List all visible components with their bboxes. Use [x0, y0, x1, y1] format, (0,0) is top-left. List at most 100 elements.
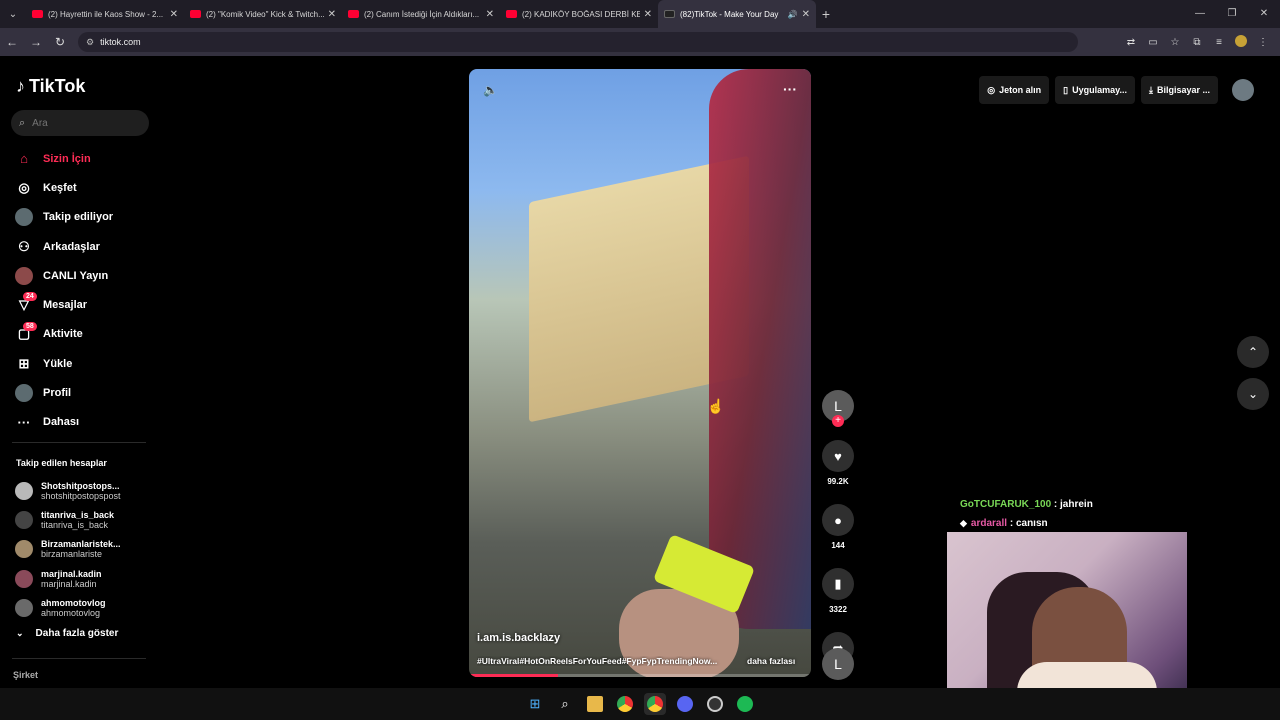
nav-item-live[interactable]: CANLI Yayın — [0, 261, 160, 290]
video-author[interactable]: i.am.is.backlazy — [477, 632, 560, 644]
tiktok-top-actions: ◎ Jeton alın ▯ Uygulamay... ⤓ Bilgisayar ..… — [979, 76, 1254, 104]
account-name: Birzamanlaristek... — [41, 539, 121, 550]
close-tab-icon[interactable]: ✕ — [328, 9, 336, 20]
next-video-button[interactable]: ⌄ — [1237, 378, 1269, 410]
extensions-icon[interactable]: ⧉ — [1186, 37, 1208, 48]
following-account[interactable]: Shotshitpostops... shotshitpostopspost — [15, 476, 155, 505]
browser-tab[interactable]: (2) Hayrettin ile Kaos Show - 2... ✕ — [26, 0, 184, 28]
reload-icon[interactable]: ↻ — [48, 35, 72, 49]
show-more-accounts-button[interactable]: ⌄ Daha fazla göster — [16, 628, 118, 639]
user-avatar[interactable] — [1232, 79, 1254, 101]
previous-video-button[interactable]: ⌃ — [1237, 336, 1269, 368]
browser-tab[interactable]: (2) KADIKÖY BOĞASI DERBİ KE... ✕ — [500, 0, 658, 28]
live-avatar-icon — [15, 266, 33, 285]
back-icon[interactable]: ← — [0, 35, 24, 49]
nav-label: Dahası — [43, 416, 80, 429]
save-button[interactable]: ▮ — [822, 568, 854, 600]
close-tab-icon[interactable]: ✕ — [802, 9, 810, 20]
browser-tab[interactable]: (2) "Komik Video" Kick & Twitch... ✕ — [184, 0, 342, 28]
close-tab-icon[interactable]: ✕ — [644, 9, 652, 20]
nav-item-messages[interactable]: ▽ 24 Mesajlar — [0, 290, 160, 319]
sound-creator-avatar[interactable]: L — [822, 648, 854, 680]
nav-label: Keşfet — [43, 181, 77, 194]
search-taskbar-icon[interactable]: ⌕ — [554, 693, 576, 715]
close-tab-icon[interactable]: ✕ — [486, 9, 494, 20]
browser-tab-bar: ⌄ (2) Hayrettin ile Kaos Show - 2... ✕ (… — [0, 0, 1280, 28]
nav-item-upload[interactable]: ⊞ Yükle — [0, 349, 160, 378]
creator-initial: L — [834, 398, 842, 414]
file-explorer-icon[interactable] — [584, 693, 606, 715]
nav-item-friends[interactable]: ⚇ Arkadaşlar — [0, 232, 160, 261]
translate-icon[interactable]: ⇄ — [1120, 37, 1142, 48]
media-control-icon[interactable]: ≡ — [1208, 37, 1230, 48]
browser-tab[interactable]: (2) Canım İstediği İçin Aldıkları... ✕ — [342, 0, 500, 28]
account-name: titanriva_is_back — [41, 509, 115, 520]
bookmark-star-icon[interactable]: ☆ — [1164, 37, 1186, 48]
get-coins-button[interactable]: ◎ Jeton alın — [979, 76, 1050, 104]
chrome-icon[interactable] — [614, 693, 636, 715]
following-account[interactable]: marjinal.kadin marjinal.kadin — [15, 564, 155, 593]
company-link[interactable]: Şirket — [13, 670, 38, 680]
volume-icon[interactable]: 🔈 — [483, 83, 498, 97]
chat-message: GoTCUFARUK_100 : jahrein — [960, 499, 1093, 510]
youtube-icon — [190, 10, 201, 18]
coin-icon: ◎ — [987, 84, 996, 95]
video-caption: #UltraViral#HotOnReelsForYouFeed#FypFypT… — [477, 656, 718, 666]
forward-icon[interactable]: → — [24, 35, 48, 49]
nav-label: Arkadaşlar — [43, 240, 100, 253]
new-tab-button[interactable]: + — [816, 6, 836, 22]
nav-item-activity[interactable]: ▢ 58 Aktivite — [0, 320, 160, 349]
following-account[interactable]: titanriva_is_back titanriva_is_back — [15, 505, 155, 534]
url-text: tiktok.com — [100, 37, 141, 47]
spotify-icon[interactable] — [734, 693, 756, 715]
account-avatar — [15, 481, 33, 500]
minimize-icon[interactable]: — — [1184, 0, 1216, 28]
search-input[interactable] — [32, 117, 133, 129]
windows-start-icon[interactable]: ⊞ — [524, 693, 546, 715]
chevron-down-icon: ⌄ — [16, 628, 24, 638]
search-box[interactable]: ⌕ — [11, 110, 149, 136]
account-handle: birzamanlariste — [41, 549, 103, 560]
speaker-icon[interactable]: 🔊 — [788, 10, 798, 19]
site-info-icon[interactable]: ⚙ — [86, 37, 94, 48]
address-bar: ← → ↻ ⚙ tiktok.com ⇄ ▭ ☆ ⧉ ≡ ⋮ — [0, 28, 1280, 56]
tab-search-chevron-icon[interactable]: ⌄ — [0, 0, 26, 28]
cast-icon[interactable]: ▭ — [1142, 37, 1164, 48]
nav-item-explore[interactable]: ◎ Keşfet — [0, 173, 160, 202]
obs-icon[interactable] — [704, 693, 726, 715]
discord-icon[interactable] — [674, 693, 696, 715]
following-account[interactable]: Birzamanlaristek... birzamanlariste — [15, 535, 155, 564]
nav-item-following[interactable]: Takip ediliyor — [0, 203, 160, 232]
follow-plus-icon[interactable]: + — [832, 415, 844, 427]
close-tab-icon[interactable]: ✕ — [170, 9, 178, 20]
nav-label: Profil — [43, 387, 72, 400]
close-window-icon[interactable]: ✕ — [1248, 0, 1280, 28]
desktop-app-label: Bilgisayar ... — [1156, 85, 1210, 95]
nav-item-more[interactable]: ··· Dahası — [0, 408, 160, 437]
compass-icon: ◎ — [18, 179, 30, 195]
logo-text: TikTok — [29, 76, 86, 96]
youtube-icon — [348, 10, 359, 18]
following-account[interactable]: ahmomotovlog ahmomotovlog — [15, 593, 155, 622]
save-count: 3322 — [829, 605, 847, 614]
nav-label: Takip ediliyor — [43, 211, 114, 224]
profile-icon[interactable] — [1230, 34, 1252, 50]
browser-tab-active[interactable]: (82)TikTok - Make Your Day 🔊 ✕ — [658, 0, 816, 28]
comment-button[interactable]: ● — [822, 504, 854, 536]
caption-more-button[interactable]: daha fazlası — [747, 656, 795, 666]
url-field[interactable]: ⚙ tiktok.com — [78, 32, 1078, 52]
chrome-active-icon[interactable] — [644, 693, 666, 715]
tiktok-logo[interactable]: ♪ TikTok — [16, 76, 85, 97]
video-player[interactable]: 🔈 ··· i.am.is.backlazy #UltraViral#HotOn… — [469, 69, 811, 677]
account-avatar — [15, 510, 33, 529]
desktop-app-button[interactable]: ⤓ Bilgisayar ... — [1140, 76, 1218, 104]
maximize-icon[interactable]: ❐ — [1216, 0, 1248, 28]
get-app-button[interactable]: ▯ Uygulamay... — [1055, 76, 1135, 104]
nav-item-for-you[interactable]: ⌂ Sizin İçin — [0, 144, 160, 173]
video-progress-bar[interactable] — [469, 674, 811, 677]
browser-menu-icon[interactable]: ⋮ — [1252, 37, 1274, 48]
like-button[interactable]: ♥ — [822, 440, 854, 472]
nav-item-profile[interactable]: Profil — [0, 378, 160, 407]
video-more-icon[interactable]: ··· — [783, 81, 797, 97]
creator-avatar[interactable]: L + — [822, 390, 854, 427]
